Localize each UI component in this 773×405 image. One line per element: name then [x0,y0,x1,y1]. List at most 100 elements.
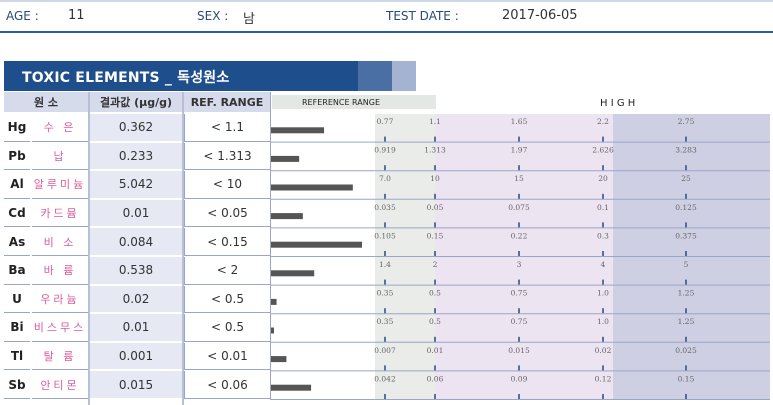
tick-label: 1.65 [511,117,528,126]
element-symbol: Ba [4,257,30,285]
result-bar [270,155,300,162]
result-value: 0.001 [90,342,182,371]
tick-label: 2 [433,260,438,269]
element-symbol: Pb [4,142,30,171]
tick-label: 0.35 [377,289,394,298]
tick-label: 20 [598,174,608,183]
tick-label: 0.05 [427,203,444,212]
result-value: 0.02 [90,285,182,314]
tick-label: 0.075 [508,203,530,212]
tick-label: 0.125 [675,203,697,212]
tick-label: 0.015 [508,346,530,355]
ref-range-value: < 0.05 [184,199,270,228]
result-value: 0.015 [90,371,182,399]
tick-label: 0.01 [427,346,444,355]
element-symbol: Al [4,171,30,199]
result-bar [270,241,362,248]
tick-label: 25 [681,174,691,183]
tick-label: 0.02 [595,346,612,355]
tick-label: 0.1 [597,203,609,212]
banner-block-mid [358,61,392,91]
tick-label: 0.77 [377,117,394,126]
reference-range-chart: REFERENCE RANGE H I G H 0.77 1.1 1.65 2.2 2.… [270,92,770,400]
tick-label: 1.25 [678,317,695,326]
result-bar [270,356,287,363]
age-label: AGE : [6,9,39,23]
tick-label: 1.0 [597,317,609,326]
tick-label: 0.15 [678,374,695,383]
ref-range-value: < 1.1 [184,114,270,142]
result-bar [270,184,353,191]
sex-label: SEX : [197,9,229,23]
tick-label: 0.09 [511,374,528,383]
column-divider [88,92,90,405]
tick-label: 1.0 [597,289,609,298]
ref-range-value: < 2 [184,257,270,285]
result-value: 0.362 [90,114,182,142]
element-symbol: Cd [4,199,30,228]
tick-label: 7.0 [379,174,391,183]
element-name: 알루미늄 [32,171,88,199]
element-symbol: U [4,285,30,314]
tick-label: 1.97 [511,146,528,155]
element-name: 수 은 [32,114,88,142]
sex-value: 남 [243,12,255,27]
banner-block-light [392,61,416,91]
ref-range-value: < 0.5 [184,285,270,314]
element-symbol: Sb [4,371,30,399]
result-value: 5.042 [90,171,182,199]
result-bar [270,213,303,220]
tick-label: 0.025 [675,346,697,355]
ref-range-value: < 0.01 [184,342,270,371]
tick-label: 0.042 [374,374,396,383]
reference-range-header: REFERENCE RANGE [302,98,380,107]
tick-label: 1.4 [379,260,391,269]
tick-label: 0.75 [511,317,528,326]
element-symbol: As [4,228,30,256]
header-rule [0,31,773,33]
tick-label: 1.1 [429,117,441,126]
tick-label: 0.5 [429,289,441,298]
tick-label: 3.283 [675,146,697,155]
tick-label: 0.12 [595,374,612,383]
element-name: 탈 륨 [32,342,88,371]
patient-info-bar: AGE : 11 SEX : 남 TEST DATE : 2017-06-05 [0,0,773,30]
tick-label: 0.06 [427,374,444,383]
element-name: 카드뮴 [32,199,88,228]
element-symbol: Bi [4,314,30,342]
result-value: 0.538 [90,257,182,285]
element-symbol: Hg [4,114,30,142]
element-name: 비 소 [32,228,88,256]
column-divider [182,92,184,405]
tick-label: 0.75 [511,289,528,298]
test-date-value: 2017-06-05 [502,8,578,23]
ref-range-value: < 1.313 [184,142,270,171]
header-element: 원 소 [4,92,88,112]
tick-label: 5 [684,260,689,269]
element-name: 안티몬 [32,371,88,399]
result-bar [270,384,312,391]
tick-label: 10 [430,174,440,183]
ref-range-value: < 0.5 [184,314,270,342]
result-bar [270,127,325,134]
tick-label: 2.626 [592,146,614,155]
element-name: 바 륨 [32,257,88,285]
header-result: 결과값 (µg/g) [90,92,182,112]
section-banner: TOXIC ELEMENTS _ 독성원소 [4,61,416,91]
tick-label: 3 [517,260,522,269]
section-title: TOXIC ELEMENTS _ 독성원소 [22,70,230,86]
element-name: 우라늄 [32,285,88,314]
tick-label: 0.375 [675,231,697,240]
tick-label: 0.919 [374,146,396,155]
tick-label: 0.007 [374,346,396,355]
tick-label: 4 [601,260,606,269]
tick-label: 0.22 [511,231,528,240]
header-ref-range: REF. RANGE [184,92,270,112]
result-value: 0.01 [90,199,182,228]
element-name: 납 [32,142,88,171]
tick-label: 2.2 [597,117,609,126]
result-bar [270,270,315,277]
age-value: 11 [68,8,85,23]
element-name: 비스무스 [32,314,88,342]
ref-range-value: < 10 [184,171,270,199]
